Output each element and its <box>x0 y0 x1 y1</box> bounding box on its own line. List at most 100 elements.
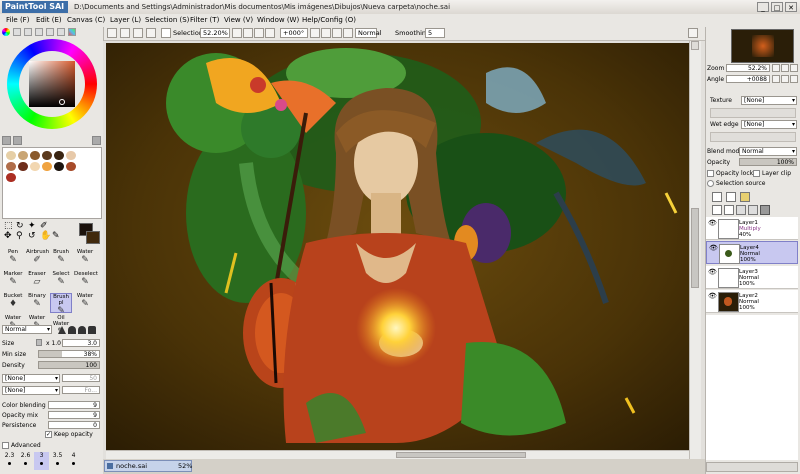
menu-window[interactable]: Window (W) <box>257 14 299 27</box>
color-swatch[interactable] <box>54 162 64 171</box>
scratchpad-mode-icon[interactable] <box>57 28 65 36</box>
color-blending-slider[interactable]: 9 <box>48 401 100 409</box>
texture-strength-2[interactable]: Fo... <box>62 386 100 394</box>
rotate-tool-icon[interactable]: ↺ <box>28 231 36 241</box>
color-swatch[interactable] <box>42 151 52 160</box>
toolbar-button-2[interactable] <box>120 28 130 38</box>
maximize-button[interactable]: □ <box>771 2 783 12</box>
brush-size-preset[interactable]: 3 <box>34 452 49 470</box>
hand-tool-icon[interactable]: ✋ <box>40 231 51 241</box>
move-icon[interactable]: ✥ <box>4 231 12 241</box>
brush-shape-3-icon[interactable] <box>78 326 86 334</box>
eye-icon[interactable]: 👁 <box>709 244 718 252</box>
rotate-right-button[interactable] <box>321 28 331 38</box>
swatch-add-button[interactable] <box>2 136 11 145</box>
rotate-reset-button[interactable] <box>332 28 342 38</box>
color-wheel[interactable] <box>7 39 97 129</box>
eye-icon[interactable]: 👁 <box>708 219 717 227</box>
color-swatch[interactable] <box>6 173 16 182</box>
magic-wand-icon[interactable]: ✦ <box>28 221 36 231</box>
opacity-mix-slider[interactable]: 9 <box>48 411 100 419</box>
marquee-icon[interactable]: ⬚ <box>4 221 13 231</box>
minsize-slider[interactable]: 38% <box>38 350 100 358</box>
flip-button[interactable] <box>343 28 353 38</box>
texture-dropdown[interactable]: [None] <box>741 96 797 105</box>
horizontal-scroll-thumb[interactable] <box>396 452 526 458</box>
minimize-button[interactable]: _ <box>757 2 769 12</box>
eyedropper-icon[interactable]: ✎ <box>52 231 60 241</box>
tool-airbrush[interactable]: Airbrush ✐ <box>26 249 49 269</box>
nav-angle-slider[interactable]: +0088 <box>726 75 770 83</box>
rgb-mode-icon[interactable] <box>13 28 21 36</box>
swatch-close-button[interactable] <box>92 136 101 145</box>
tool-pen[interactable]: Pen ✎ <box>2 249 24 269</box>
color-swatch[interactable] <box>42 162 52 171</box>
tool-bucket[interactable]: Bucket ♦ <box>2 293 24 313</box>
menu-selection[interactable]: Selection (S) <box>145 14 189 27</box>
brush-size-preset[interactable]: 2.3 <box>2 452 17 470</box>
hsv-mode-icon[interactable] <box>24 28 32 36</box>
opacity-lock-checkbox[interactable] <box>707 170 714 177</box>
palette-mode-icon[interactable] <box>68 28 76 36</box>
saturation-value-square[interactable] <box>29 61 75 107</box>
selection-source-checkbox[interactable] <box>707 180 714 187</box>
wet-edge-dropdown[interactable]: [None] <box>741 120 797 129</box>
brush-size-preset[interactable]: 4 <box>66 452 81 470</box>
navigator-preview[interactable] <box>731 29 794 63</box>
layer-item-layer4[interactable]: 👁 Layer4 Normal 100% <box>706 241 798 264</box>
nav-zoom-out-button[interactable] <box>781 64 789 72</box>
color-wheel-mode-icon[interactable] <box>2 28 10 36</box>
vertical-scroll-thumb[interactable] <box>691 208 699 288</box>
swatch-remove-button[interactable] <box>13 136 22 145</box>
size-slider[interactable]: 3.0 <box>62 339 100 347</box>
drawing-canvas[interactable] <box>106 43 689 450</box>
transfer-down-icon[interactable] <box>712 205 722 215</box>
secondary-color-swatch[interactable] <box>86 231 100 244</box>
hand-icon[interactable]: ✐ <box>40 221 48 231</box>
menu-view[interactable]: View (V) <box>224 14 253 27</box>
texture-dropdown-1[interactable]: [None] <box>2 374 60 383</box>
smoothing-field[interactable]: 5 <box>425 28 445 38</box>
zoom-in-button[interactable] <box>232 28 242 38</box>
layer-blend-mode-dropdown[interactable]: Normal <box>739 147 797 156</box>
layer-scrollbar[interactable] <box>706 462 798 472</box>
delete-layer-icon[interactable] <box>760 205 770 215</box>
color-swatch[interactable] <box>30 151 40 160</box>
brush-size-preset[interactable]: 2.6 <box>18 452 33 470</box>
color-swatch[interactable] <box>6 151 16 160</box>
tool-brush-pl[interactable]: Brush pl ✎ <box>50 293 72 316</box>
texture-strength-1[interactable]: 50 <box>62 374 100 382</box>
nav-rotate-reset-button[interactable] <box>790 75 798 83</box>
toolbar-close-icon[interactable] <box>688 28 698 38</box>
zoom-out-button[interactable] <box>243 28 253 38</box>
keep-opacity-checkbox[interactable]: ✓ <box>45 431 52 438</box>
density-slider[interactable]: 100 <box>38 361 100 369</box>
color-swatch[interactable] <box>54 151 64 160</box>
zoom-tool-icon[interactable]: ⚲ <box>16 231 23 241</box>
tool-water[interactable]: Water✎ <box>74 249 96 269</box>
lasso-icon[interactable]: ↻ <box>16 221 24 231</box>
tool-water[interactable]: Water✎ <box>74 293 96 313</box>
layer-item-layer3[interactable]: 👁 Layer3 Normal 100% <box>706 266 798 289</box>
zoom-fit-button[interactable] <box>254 28 264 38</box>
clear-layer-icon[interactable] <box>736 205 746 215</box>
merge-down-icon[interactable] <box>724 205 734 215</box>
tool-binary[interactable]: Binary ✎ <box>26 293 48 313</box>
new-folder-icon[interactable] <box>740 192 750 202</box>
nav-rotate-right-button[interactable] <box>781 75 789 83</box>
color-swatch[interactable] <box>66 151 76 160</box>
nav-zoom-slider[interactable]: 52.2% <box>726 64 770 72</box>
tool-marker[interactable]: Marker ✎ <box>2 271 24 291</box>
layer-clip-checkbox[interactable] <box>753 170 760 177</box>
layer-item-layer2[interactable]: 👁 Layer2 Normal 100% <box>706 290 798 313</box>
layer-item-layer1[interactable]: 👁 Layer1 Multiply 40% <box>706 217 798 240</box>
new-mask-icon[interactable] <box>748 205 758 215</box>
persistence-slider[interactable]: 0 <box>48 421 100 429</box>
toolbar-button-4[interactable] <box>146 28 156 38</box>
new-layer-icon[interactable] <box>712 192 722 202</box>
new-linework-layer-icon[interactable] <box>726 192 736 202</box>
tool-eraser[interactable]: Eraser ▱ <box>26 271 48 291</box>
selection-checkbox[interactable] <box>161 28 171 38</box>
brush-shape-2-icon[interactable] <box>68 326 76 334</box>
texture-dropdown-2[interactable]: [None] <box>2 386 60 395</box>
